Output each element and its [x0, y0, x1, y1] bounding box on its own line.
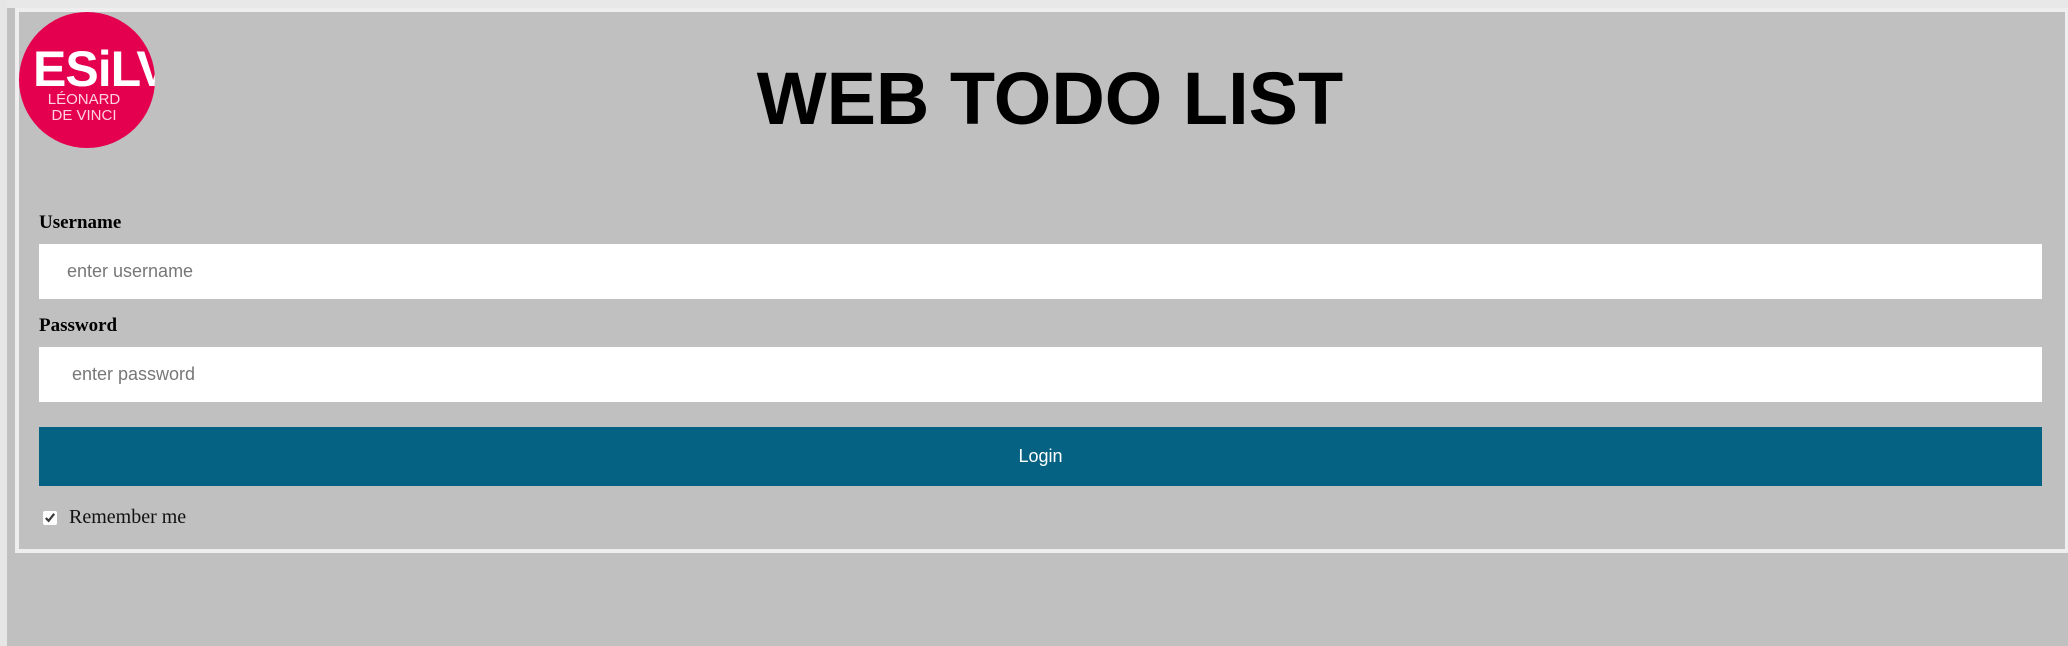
remember-me-label[interactable]: Remember me [69, 506, 186, 529]
login-panel: ESiLV LÉONARD DE VINCI WEB TODO LIST Use… [15, 8, 2068, 553]
remember-me-checkbox[interactable] [43, 510, 57, 525]
top-strip [7, 0, 2068, 8]
password-label: Password [39, 315, 118, 336]
page-title: WEB TODO LIST [756, 57, 1344, 140]
remember-me: Remember me [43, 506, 186, 529]
password-input[interactable] [39, 347, 2042, 402]
username-input[interactable] [39, 244, 2042, 299]
username-label: Username [39, 212, 122, 233]
page: ESiLV LÉONARD DE VINCI WEB TODO LIST Use… [0, 0, 2068, 646]
login-button[interactable]: Login [39, 427, 2042, 486]
